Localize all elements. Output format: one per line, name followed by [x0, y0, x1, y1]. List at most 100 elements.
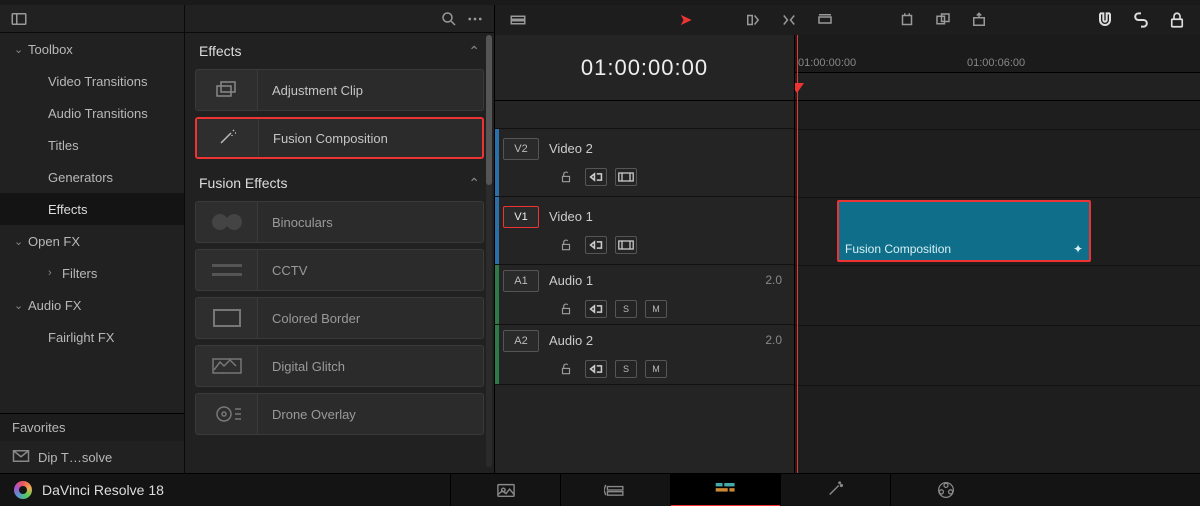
effect-binoculars[interactable]: Binoculars	[195, 201, 484, 243]
video-enable-icon[interactable]	[615, 236, 637, 254]
tree-label: Audio Transitions	[48, 106, 148, 121]
tree-titles[interactable]: Titles	[0, 129, 184, 161]
effect-label: Colored Border	[258, 311, 360, 326]
tool-icon-5[interactable]	[932, 9, 954, 31]
track-channels: 2.0	[765, 273, 782, 287]
unlock-icon[interactable]	[555, 168, 577, 186]
tree-effects[interactable]: Effects	[0, 193, 184, 225]
ruler-tick: 01:00:00:00	[798, 57, 856, 69]
section-title: Effects	[199, 43, 242, 59]
panel-toggle-icon[interactable]	[8, 8, 30, 30]
resolve-logo-icon	[14, 481, 32, 499]
chevron-up-icon: ⌃	[468, 175, 480, 192]
tree-audiofx[interactable]: ⌄Audio FX	[0, 289, 184, 321]
track-header-a1[interactable]: A1 Audio 1 2.0 S M	[495, 265, 794, 325]
solo-button[interactable]: S	[615, 300, 637, 318]
tree-fairlightfx[interactable]: Fairlight FX	[0, 321, 184, 353]
track-id-a2[interactable]: A2	[503, 330, 539, 352]
timeline-view-icon[interactable]	[507, 9, 529, 31]
favorites-header: Favorites	[0, 413, 184, 441]
link-icon[interactable]	[1130, 9, 1152, 31]
unlock-icon[interactable]	[555, 300, 577, 318]
app-title: DaVinci Resolve 18	[0, 481, 450, 499]
sparkle-icon: ✦	[1073, 242, 1083, 256]
timeline-toolbar: ➤	[495, 5, 1200, 35]
tool-icon-2[interactable]	[778, 9, 800, 31]
page-media[interactable]	[450, 474, 560, 506]
tool-icon-1[interactable]	[742, 9, 764, 31]
page-color[interactable]	[890, 474, 1000, 506]
section-title: Fusion Effects	[199, 175, 287, 191]
tree-label: Open FX	[28, 234, 80, 249]
effect-adjustment-clip[interactable]: Adjustment Clip	[195, 69, 484, 111]
effect-colored-border[interactable]: Colored Border	[195, 297, 484, 339]
auto-select-icon[interactable]	[585, 236, 607, 254]
glitch-icon	[196, 346, 258, 386]
track-id-a1[interactable]: A1	[503, 270, 539, 292]
track-id-v1[interactable]: V1	[503, 206, 539, 228]
layers-icon	[196, 70, 258, 110]
tool-icon-4[interactable]	[896, 9, 918, 31]
effect-label: Digital Glitch	[258, 359, 345, 374]
tree-label: Filters	[62, 266, 97, 281]
unlock-icon[interactable]	[555, 360, 577, 378]
clip-label: Fusion Composition	[845, 242, 951, 256]
track-id-v2[interactable]: V2	[503, 138, 539, 160]
effect-label: CCTV	[258, 263, 307, 278]
tree-generators[interactable]: Generators	[0, 161, 184, 193]
auto-select-icon[interactable]	[585, 360, 607, 378]
favorite-item[interactable]: Dip T…solve	[0, 441, 184, 473]
effect-fusion-composition[interactable]: Fusion Composition	[195, 117, 484, 159]
magnet-icon[interactable]	[1094, 9, 1116, 31]
tree-label: Video Transitions	[48, 74, 148, 89]
page-cut[interactable]	[560, 474, 670, 506]
playhead[interactable]	[797, 35, 798, 473]
mute-button[interactable]: M	[645, 300, 667, 318]
effect-drone-overlay[interactable]: Drone Overlay	[195, 393, 484, 435]
effect-label: Drone Overlay	[258, 407, 356, 422]
unlock-icon[interactable]	[555, 236, 577, 254]
ruler-tick: 01:00:06:00	[967, 57, 1025, 69]
tool-icon-3[interactable]	[814, 9, 836, 31]
solo-button[interactable]: S	[615, 360, 637, 378]
video-enable-icon[interactable]	[615, 168, 637, 186]
tree-label: Generators	[48, 170, 113, 185]
page-fusion[interactable]	[780, 474, 890, 506]
track-header-a2[interactable]: A2 Audio 2 2.0 S M	[495, 325, 794, 385]
track-name: Video 2	[549, 141, 593, 156]
scrollbar[interactable]	[486, 35, 492, 467]
tree-openfx[interactable]: ⌄Open FX	[0, 225, 184, 257]
tree-label: Fairlight FX	[48, 330, 114, 345]
track-name: Audio 1	[549, 273, 593, 288]
search-icon[interactable]	[438, 8, 460, 30]
tool-icon-6[interactable]	[968, 9, 990, 31]
rect-icon	[196, 298, 258, 338]
track-header-v1[interactable]: V1 Video 1	[495, 197, 794, 265]
timeline-canvas[interactable]: 01:00:00:00 01:00:06:00 Fusion Compositi…	[795, 35, 1200, 473]
effect-label: Binoculars	[258, 215, 333, 230]
tree-toolbox[interactable]: ⌄Toolbox	[0, 33, 184, 65]
track-header-v2[interactable]: V2 Video 2	[495, 129, 794, 197]
cursor-arrow-icon: ➤	[679, 10, 692, 30]
page-edit[interactable]	[670, 474, 780, 506]
effects-section-header[interactable]: Effects ⌃	[185, 33, 494, 69]
effect-digital-glitch[interactable]: Digital Glitch	[195, 345, 484, 387]
fusion-effects-section-header[interactable]: Fusion Effects ⌃	[185, 165, 494, 201]
track-name: Audio 2	[549, 333, 593, 348]
mute-button[interactable]: M	[645, 360, 667, 378]
track-header-area: 01:00:00:00 V2 Video 2	[495, 35, 795, 473]
tree-filters[interactable]: ›Filters	[0, 257, 184, 289]
timeline-ruler[interactable]: 01:00:00:00 01:00:06:00	[795, 35, 1200, 101]
auto-select-icon[interactable]	[585, 168, 607, 186]
toolbox-sidebar: ⌄Toolbox Video Transitions Audio Transit…	[0, 5, 185, 473]
timecode-display[interactable]: 01:00:00:00	[495, 35, 794, 101]
timeline-area: ➤	[495, 5, 1200, 473]
page-nav: DaVinci Resolve 18	[0, 473, 1200, 506]
more-icon[interactable]	[464, 8, 486, 30]
effect-cctv[interactable]: CCTV	[195, 249, 484, 291]
clip-fusion-composition[interactable]: Fusion Composition ✦	[837, 200, 1091, 262]
auto-select-icon[interactable]	[585, 300, 607, 318]
tree-audio-transitions[interactable]: Audio Transitions	[0, 97, 184, 129]
tree-video-transitions[interactable]: Video Transitions	[0, 65, 184, 97]
lock-icon[interactable]	[1166, 9, 1188, 31]
